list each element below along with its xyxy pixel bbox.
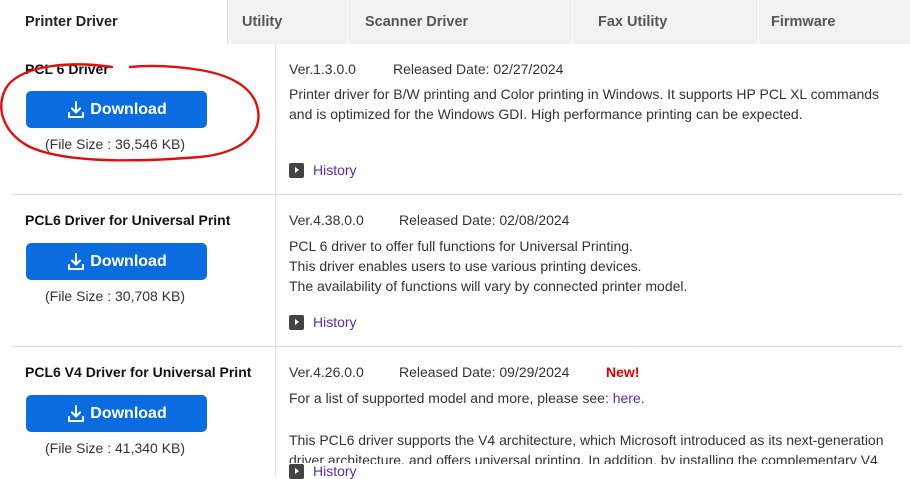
driver-name: PCL 6 Driver xyxy=(25,61,109,77)
description-line: The availability of functions will vary … xyxy=(289,278,688,294)
row-separator xyxy=(12,346,902,347)
history-label: History xyxy=(313,162,357,178)
version: Ver.1.3.0.0 xyxy=(289,61,356,77)
release-date: Released Date: 02/27/2024 xyxy=(393,61,564,77)
tab-firmware[interactable]: Firmware xyxy=(759,0,910,44)
driver-name: PCL6 V4 Driver for Universal Print xyxy=(25,364,252,380)
download-button[interactable]: Download xyxy=(26,243,207,280)
tab-printer-driver[interactable]: Printer Driver xyxy=(0,0,228,44)
new-badge: New! xyxy=(606,364,640,380)
description-line: This driver enables users to use various… xyxy=(289,258,642,274)
history-toggle[interactable]: History xyxy=(289,162,357,178)
version: Ver.4.38.0.0 xyxy=(289,212,364,228)
description-text: For a list of supported model and more, … xyxy=(289,390,613,406)
download-button[interactable]: Download xyxy=(26,91,207,128)
tab-label: Printer Driver xyxy=(25,14,118,30)
history-label: History xyxy=(313,463,357,479)
tab-label: Firmware xyxy=(771,14,836,30)
driver-description: This PCL6 driver supports the V4 archite… xyxy=(289,430,909,470)
description-line: For a list of supported model and more, … xyxy=(289,388,909,408)
column-divider xyxy=(275,44,276,476)
download-label: Download xyxy=(90,404,167,422)
driver-description: For a list of supported model and more, … xyxy=(289,388,909,408)
description-line: Printer driver for B/W printing and Colo… xyxy=(289,86,880,102)
download-icon xyxy=(68,252,85,270)
release-date: Released Date: 09/29/2024 xyxy=(399,364,570,380)
file-size: (File Size : 36,546 KB) xyxy=(45,136,186,152)
history-label: History xyxy=(313,314,357,330)
tab-label: Scanner Driver xyxy=(365,14,469,30)
expand-arrow-icon xyxy=(289,162,304,178)
history-toggle[interactable]: History xyxy=(289,314,357,330)
download-label: Download xyxy=(90,252,167,270)
supported-models-link[interactable]: here xyxy=(613,390,641,406)
expand-arrow-icon xyxy=(289,463,304,479)
description-line: PCL 6 driver to offer full functions for… xyxy=(289,238,633,254)
tab-utility[interactable]: Utility xyxy=(228,0,348,44)
driver-name: PCL6 Driver for Universal Print xyxy=(25,212,231,228)
tab-fax-utility[interactable]: Fax Utility xyxy=(573,0,759,44)
version: Ver.4.26.0.0 xyxy=(289,364,364,380)
description-line: and is optimized for the Windows GDI. Hi… xyxy=(289,106,803,122)
download-icon xyxy=(68,100,85,118)
driver-description: PCL 6 driver to offer full functions for… xyxy=(289,236,909,296)
driver-tabs: Printer Driver Utility Scanner Driver Fa… xyxy=(0,0,910,44)
row-separator xyxy=(12,194,902,195)
tab-scanner-driver[interactable]: Scanner Driver xyxy=(348,0,573,44)
release-date: Released Date: 02/08/2024 xyxy=(399,212,570,228)
download-button[interactable]: Download xyxy=(26,395,207,432)
tab-label: Fax Utility xyxy=(598,14,668,30)
history-toggle[interactable]: History xyxy=(289,463,361,479)
driver-description: Printer driver for B/W printing and Colo… xyxy=(289,84,909,124)
file-size: (File Size : 41,340 KB) xyxy=(45,440,186,456)
description-line: This PCL6 driver supports the V4 archite… xyxy=(289,432,884,448)
expand-arrow-icon xyxy=(289,314,304,330)
description-text: . xyxy=(640,390,645,406)
description-line: driver architecture, and offers universa… xyxy=(289,452,878,468)
download-label: Download xyxy=(90,100,167,118)
tab-label: Utility xyxy=(242,14,283,30)
download-icon xyxy=(68,404,85,422)
file-size: (File Size : 30,708 KB) xyxy=(45,288,186,304)
